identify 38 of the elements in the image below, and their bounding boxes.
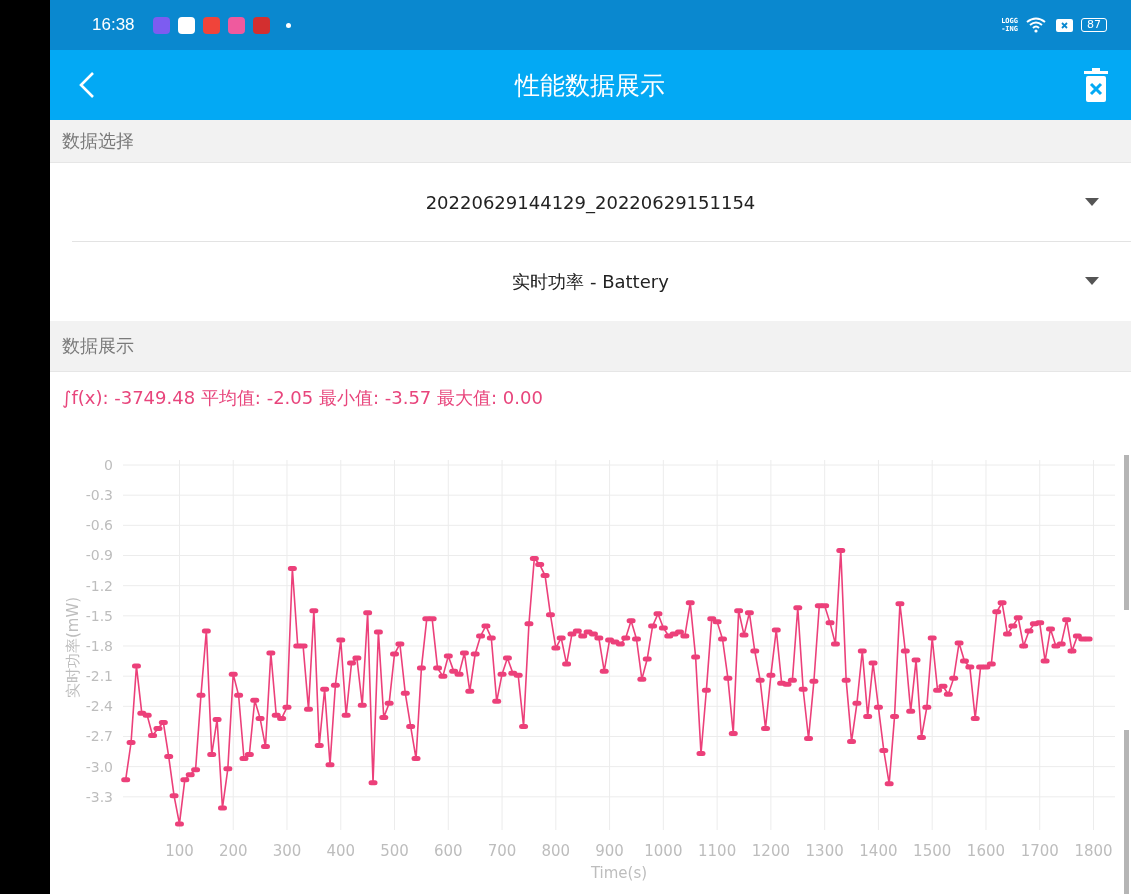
y-tick-label: -3.0 (85, 758, 113, 775)
x-tick-label: 600 (433, 842, 463, 860)
x-tick-label: 1700 (1020, 842, 1059, 860)
x-tick-label: 300 (272, 842, 302, 860)
y-axis-title: 实时功率(mW) (64, 596, 82, 699)
x-tick-label: 1100 (698, 842, 737, 860)
y-tick-label: -2.4 (85, 698, 113, 715)
x-tick-label: 1200 (751, 842, 790, 860)
x-tick-label: 700 (487, 842, 517, 860)
x-tick-label: 1000 (644, 842, 683, 860)
section-header: 数据选择 (62, 129, 134, 153)
y-tick-label: -2.1 (85, 668, 113, 685)
x-tick-label: 1800 (1074, 842, 1113, 860)
x-tick-label: 1300 (805, 842, 844, 860)
statistics-summary: ∫f(x): -3749.48 平均值: -2.05 最小值: -3.57 最大值: 0.00 (61, 386, 544, 410)
app-title: 性能数据展示 (514, 69, 665, 102)
x-tick-label: 800 (541, 842, 571, 860)
section-header: 数据展示 (62, 334, 134, 358)
y-tick-label: -0.3 (85, 487, 113, 504)
x-tick-label: 1400 (859, 842, 898, 860)
x-tick-label: 200 (218, 842, 248, 860)
x-tick-label: 100 (165, 842, 194, 860)
y-tick-label: 0 (104, 457, 113, 473)
y-tick-label: -2.7 (85, 728, 113, 745)
status-time: 16:38 (92, 15, 135, 35)
y-tick-label: -3.3 (85, 788, 113, 805)
x-tick-label: 1500 (913, 842, 952, 860)
y-tick-label: -1.5 (85, 607, 113, 624)
x-axis-title: Time(s) (590, 864, 648, 882)
y-tick-label: -0.9 (85, 547, 113, 564)
y-tick-label: -1.2 (85, 577, 113, 594)
x-tick-label: 500 (380, 842, 409, 860)
y-tick-label: -0.6 (85, 517, 113, 534)
y-tick-label: -1.8 (85, 638, 113, 654)
x-tick-label: 1600 (966, 842, 1006, 860)
x-tick-label: 400 (326, 842, 356, 860)
x-tick-label: 900 (595, 842, 624, 860)
battery-indicator: 87 (1081, 18, 1107, 32)
